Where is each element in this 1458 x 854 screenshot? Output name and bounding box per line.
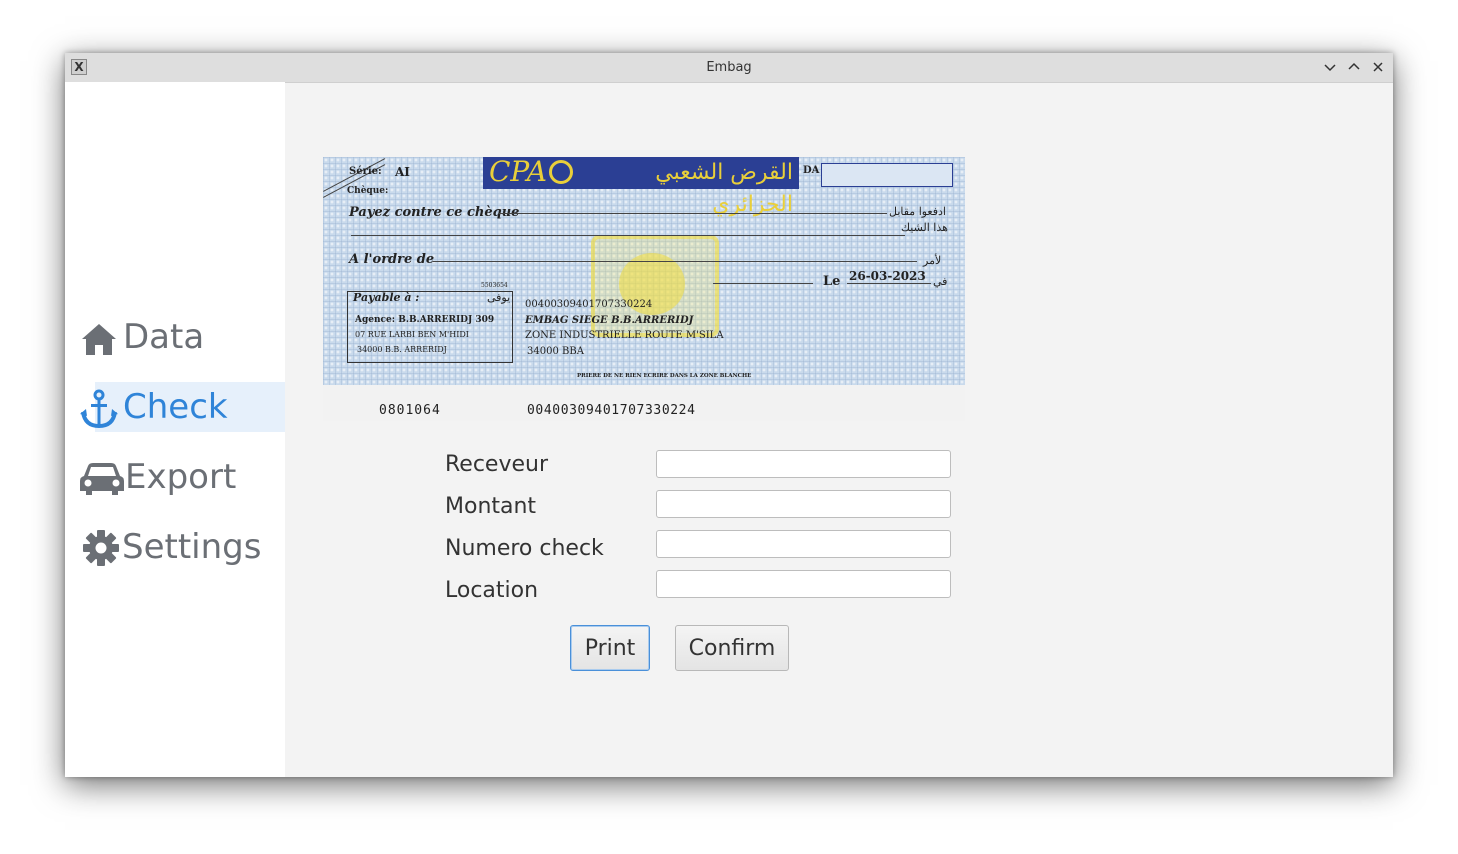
payable-label: Payable à : bbox=[353, 291, 420, 304]
cheque-preview: Série: AI Chèque: CPA القرض الشعبي الجزا… bbox=[323, 157, 965, 421]
close-button[interactable] bbox=[1369, 58, 1387, 76]
agency-name: Agence: B.B.ARRERIDJ 309 bbox=[355, 315, 495, 325]
print-button[interactable]: Print bbox=[570, 625, 650, 671]
sidebar-item-label: Settings bbox=[122, 527, 262, 567]
bank-name-arabic: القرض الشعبي الجزائري bbox=[655, 160, 793, 217]
chevron-down-icon bbox=[1324, 64, 1336, 72]
date-prefix-arabic: في bbox=[933, 275, 948, 288]
bank-code: CPA bbox=[489, 157, 547, 188]
anchor-icon bbox=[79, 388, 119, 428]
order-label: A l'ordre de bbox=[349, 252, 435, 267]
title-bar[interactable]: X Embag bbox=[65, 53, 1393, 83]
sidebar-item-label: Check bbox=[123, 387, 228, 427]
check-number-input[interactable] bbox=[656, 530, 951, 558]
serie-label: Série: bbox=[349, 166, 382, 177]
check-number-label: Numero check bbox=[445, 536, 604, 561]
micr-account-number: 00400309401707330224 bbox=[527, 403, 696, 418]
pay-label-arabic-2: هذا الشيك bbox=[901, 221, 948, 234]
home-icon bbox=[79, 318, 119, 358]
date-location-line bbox=[713, 283, 813, 284]
receiver-input[interactable] bbox=[656, 450, 951, 478]
close-icon bbox=[1373, 62, 1383, 72]
cheque-label: Chèque: bbox=[347, 186, 389, 196]
location-input[interactable] bbox=[656, 570, 951, 598]
minimize-button[interactable] bbox=[1321, 58, 1339, 76]
sidebar-item-check[interactable]: Check bbox=[65, 382, 285, 432]
pay-label-arabic: ادفعوا مقابل bbox=[889, 205, 946, 218]
agency-city: 34000 B.B. ARRERIDJ bbox=[357, 345, 447, 354]
holder-name: EMBAG SIEGE B.B.ARRERIDJ bbox=[525, 315, 694, 326]
cheque-date: 26-03-2023 bbox=[849, 269, 926, 283]
pay-line-2 bbox=[351, 235, 905, 236]
pay-label: Payez contre ce chèque bbox=[349, 205, 520, 220]
micr-cheque-number: 0801064 bbox=[379, 403, 441, 418]
app-window: X Embag Data Check Export Settings Série… bbox=[65, 53, 1393, 777]
sidebar-item-settings[interactable]: Settings bbox=[65, 522, 285, 572]
cpa-logo-icon bbox=[549, 160, 573, 184]
sidebar-item-export[interactable]: Export bbox=[65, 452, 285, 502]
gear-icon bbox=[81, 528, 121, 568]
date-prefix: Le bbox=[823, 274, 841, 289]
payable-label-arabic: يوفى bbox=[487, 291, 511, 304]
pay-line bbox=[499, 213, 887, 214]
car-icon bbox=[79, 458, 125, 498]
holder-city: 34000 BBA bbox=[527, 346, 584, 357]
confirm-button[interactable]: Confirm bbox=[675, 625, 789, 671]
order-line bbox=[433, 261, 917, 262]
account-number: 00400309401707330224 bbox=[525, 299, 653, 310]
agency-address: 07 RUE LARBI BEN M'HIDI bbox=[355, 330, 469, 339]
sidebar-item-data[interactable]: Data bbox=[65, 312, 285, 362]
maximize-button[interactable] bbox=[1345, 58, 1363, 76]
location-label: Location bbox=[445, 578, 539, 603]
window-title: Embag bbox=[706, 60, 752, 75]
order-label-arabic: لأمر bbox=[923, 254, 942, 267]
blank-zone-notice: PRIERE DE NE RIEN ECRIRE DANS LA ZONE BL… bbox=[577, 373, 752, 379]
receiver-label: Receveur bbox=[445, 452, 549, 477]
sidebar-item-label: Export bbox=[125, 457, 237, 497]
currency-label: DA bbox=[803, 165, 820, 176]
serie-value: AI bbox=[395, 165, 410, 179]
amount-box bbox=[821, 163, 953, 187]
amount-input[interactable] bbox=[656, 490, 951, 518]
agency-code: 5503654 bbox=[481, 282, 508, 289]
amount-label: Montant bbox=[445, 494, 537, 519]
chevron-up-icon bbox=[1348, 62, 1360, 70]
sidebar-item-label: Data bbox=[123, 317, 205, 357]
holder-address: ZONE INDUSTRIELLE ROUTE M'SILA bbox=[525, 330, 724, 341]
date-line bbox=[847, 283, 931, 284]
sidebar: Data Check Export Settings bbox=[65, 82, 285, 777]
